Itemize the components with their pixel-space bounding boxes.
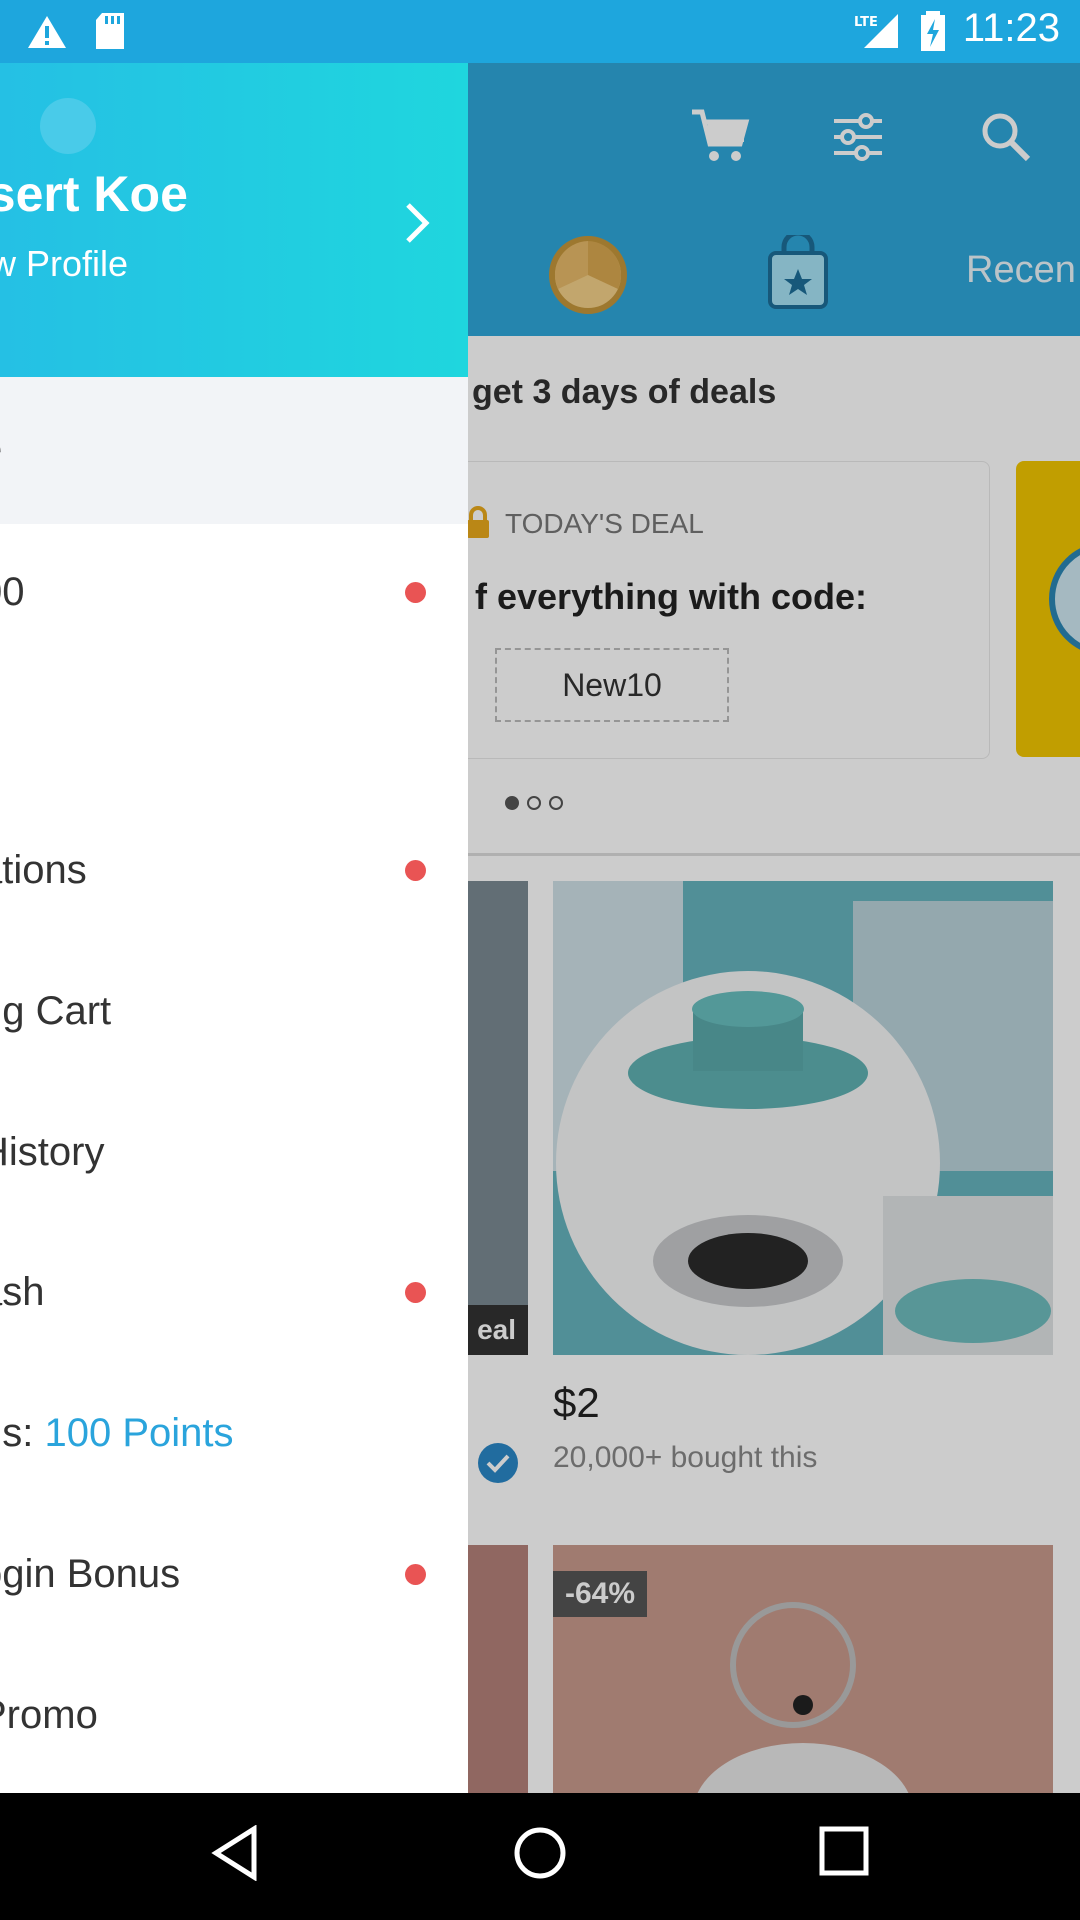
drawer-item-label: Promo xyxy=(0,1693,98,1737)
drawer-item-label: ds: 100 Points xyxy=(0,1411,234,1456)
drawer-item-home[interactable]: e xyxy=(0,377,468,524)
drawer-item-order-history[interactable]: History xyxy=(0,1084,468,1224)
notification-dot xyxy=(405,860,426,881)
navigation-drawer: esert Koe ew Profile e 00 ations ng Cart… xyxy=(0,63,468,1793)
back-icon[interactable] xyxy=(210,1825,260,1881)
battery-charging-icon xyxy=(921,11,945,51)
chevron-right-icon[interactable] xyxy=(402,199,432,247)
status-bar: LTE 11:23 xyxy=(0,0,1080,63)
system-nav-bar xyxy=(0,1793,1080,1920)
svg-text:LTE: LTE xyxy=(854,15,878,30)
profile-name: esert Koe xyxy=(0,166,188,222)
avatar[interactable] xyxy=(40,98,96,154)
home-icon[interactable] xyxy=(512,1825,568,1881)
drawer-item-label: ations xyxy=(0,848,87,892)
sd-card-icon xyxy=(96,13,124,49)
lte-signal-icon: LTE xyxy=(854,14,898,48)
drawer-item-rewards[interactable]: ds: 100 Points xyxy=(0,1365,468,1505)
drawer-item-label: e xyxy=(0,427,2,472)
drawer-item-label: History xyxy=(0,1130,105,1174)
recents-icon[interactable] xyxy=(818,1825,870,1877)
drawer-item-label: ng Cart xyxy=(0,989,112,1033)
clock: 11:23 xyxy=(962,6,1060,50)
warning-icon xyxy=(28,16,66,48)
notification-dot xyxy=(405,1282,426,1303)
rewards-points: 100 Points xyxy=(44,1411,234,1455)
drawer-item-shopping-cart[interactable]: ng Cart xyxy=(0,943,468,1083)
notification-dot xyxy=(405,1564,426,1585)
drawer-item-notifications[interactable]: ations xyxy=(0,802,468,942)
view-profile-link[interactable]: ew Profile xyxy=(0,243,128,285)
drawer-item-label-prefix: ds: xyxy=(0,1411,34,1455)
drawer-item-cash[interactable]: ash xyxy=(0,1224,468,1364)
drawer-item-login-bonus[interactable]: ogin Bonus xyxy=(0,1506,468,1646)
drawer-item-label: ogin Bonus xyxy=(0,1552,181,1596)
notification-dot xyxy=(405,582,426,603)
drawer-header[interactable]: esert Koe ew Profile xyxy=(0,63,468,377)
drawer-item-promo[interactable]: Promo xyxy=(0,1647,468,1787)
drawer-item-label: ash xyxy=(0,1270,45,1314)
drawer-item-label: 00 xyxy=(0,570,25,614)
drawer-item-points[interactable]: 00 xyxy=(0,524,468,664)
